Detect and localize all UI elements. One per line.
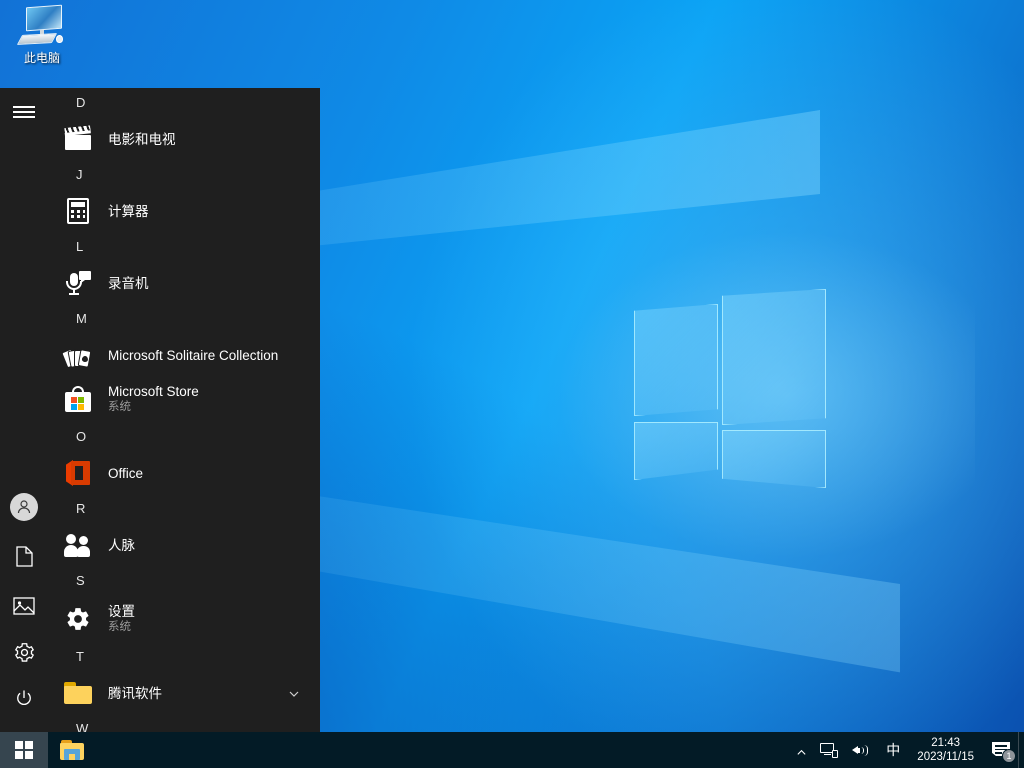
folder-icon	[62, 677, 94, 709]
power-button[interactable]	[0, 676, 48, 724]
store-bag-icon	[62, 383, 94, 415]
app-label: 腾讯软件	[108, 685, 162, 701]
start-menu-rail[interactable]	[0, 88, 48, 732]
chevron-down-icon[interactable]	[288, 687, 300, 699]
letter-header-w[interactable]: W	[48, 714, 320, 732]
letter-header-l[interactable]: L	[48, 232, 320, 262]
user-account-button[interactable]	[0, 483, 48, 531]
app-item-movies-tv[interactable]: 电影和电视	[48, 118, 320, 160]
playing-cards-icon	[61, 339, 94, 371]
letter-header-o[interactable]: O	[48, 422, 320, 452]
network-icon	[820, 742, 839, 758]
calculator-icon	[62, 195, 94, 227]
app-label: 电影和电视	[108, 131, 176, 147]
desktop-icon-label: 此电脑	[23, 51, 60, 65]
ime-indicator[interactable]: 中	[877, 732, 909, 768]
windows-logo-icon	[15, 741, 33, 759]
gear-icon	[14, 642, 35, 668]
hamburger-icon	[13, 103, 35, 121]
app-item-office[interactable]: Office	[48, 452, 320, 494]
app-item-people[interactable]: 人脉	[48, 524, 320, 566]
clapperboard-icon	[62, 123, 94, 155]
start-button[interactable]	[0, 732, 48, 768]
notification-badge: 1	[1002, 749, 1016, 763]
taskbar-item-file-explorer[interactable]	[48, 732, 96, 768]
system-tray[interactable]: 中 21:43 2023/11/15 1	[789, 732, 1024, 768]
app-item-microsoft-store[interactable]: Microsoft Store 系统	[48, 376, 320, 422]
office-icon	[62, 457, 94, 489]
hero-pane-bottom-left	[634, 422, 718, 480]
document-icon	[15, 546, 33, 572]
network-status-button[interactable]	[813, 732, 845, 768]
desktop-icon-this-pc[interactable]: 此电脑	[6, 4, 78, 78]
show-desktop-button[interactable]	[1018, 732, 1024, 768]
clock-time: 21:43	[931, 737, 961, 749]
people-icon	[62, 529, 94, 561]
letter-header-t[interactable]: T	[48, 642, 320, 672]
app-label: 计算器	[108, 203, 149, 219]
app-label: Microsoft Solitaire Collection	[108, 347, 279, 363]
app-label: 设置	[108, 604, 135, 619]
hamburger-menu-button[interactable]	[0, 88, 48, 136]
letter-header-m[interactable]: M	[48, 304, 320, 334]
documents-button[interactable]	[0, 535, 48, 583]
app-sublabel: 系统	[108, 621, 131, 633]
app-item-calculator[interactable]: 计算器	[48, 190, 320, 232]
gear-icon	[62, 603, 94, 635]
power-icon	[14, 688, 34, 713]
hero-pane-bottom-right	[722, 430, 826, 488]
app-label: 录音机	[108, 275, 149, 291]
volume-button[interactable]	[845, 732, 877, 768]
folder-explorer-icon	[60, 740, 84, 760]
pictures-button[interactable]	[0, 584, 48, 632]
picture-icon	[13, 596, 35, 620]
letter-header-d[interactable]: D	[48, 88, 320, 118]
start-menu-app-list[interactable]: D 电影和电视 J 计算器 L 录音机 M Microsoft Solitair…	[48, 88, 320, 732]
windows-hero-logo	[630, 284, 830, 488]
microphone-icon	[62, 267, 94, 299]
app-item-tencent-folder[interactable]: 腾讯软件	[48, 672, 320, 714]
this-pc-icon	[16, 4, 66, 48]
letter-header-r[interactable]: R	[48, 494, 320, 524]
letter-header-j[interactable]: J	[48, 160, 320, 190]
avatar-icon	[10, 493, 38, 521]
app-sublabel: 系统	[108, 401, 131, 413]
app-label: 人脉	[108, 537, 135, 553]
app-item-settings[interactable]: 设置 系统	[48, 596, 320, 642]
clock[interactable]: 21:43 2023/11/15	[909, 732, 984, 768]
app-label: Office	[108, 465, 144, 481]
notification-center-button[interactable]: 1	[984, 732, 1018, 768]
letter-header-s[interactable]: S	[48, 566, 320, 596]
settings-button[interactable]	[0, 631, 48, 679]
app-label: Microsoft Store	[108, 384, 199, 399]
start-menu[interactable]: D 电影和电视 J 计算器 L 录音机 M Microsoft Solitair…	[0, 88, 320, 732]
app-item-voice-recorder[interactable]: 录音机	[48, 262, 320, 304]
app-item-solitaire[interactable]: Microsoft Solitaire Collection	[48, 334, 320, 376]
volume-icon	[852, 743, 870, 758]
clock-date: 2023/11/15	[917, 751, 974, 763]
hero-pane-top-left	[634, 304, 718, 416]
taskbar[interactable]: 中 21:43 2023/11/15 1	[0, 732, 1024, 768]
chevron-up-icon	[796, 745, 806, 755]
hero-pane-top-right	[722, 289, 826, 425]
show-hidden-icons-button[interactable]	[789, 732, 813, 768]
